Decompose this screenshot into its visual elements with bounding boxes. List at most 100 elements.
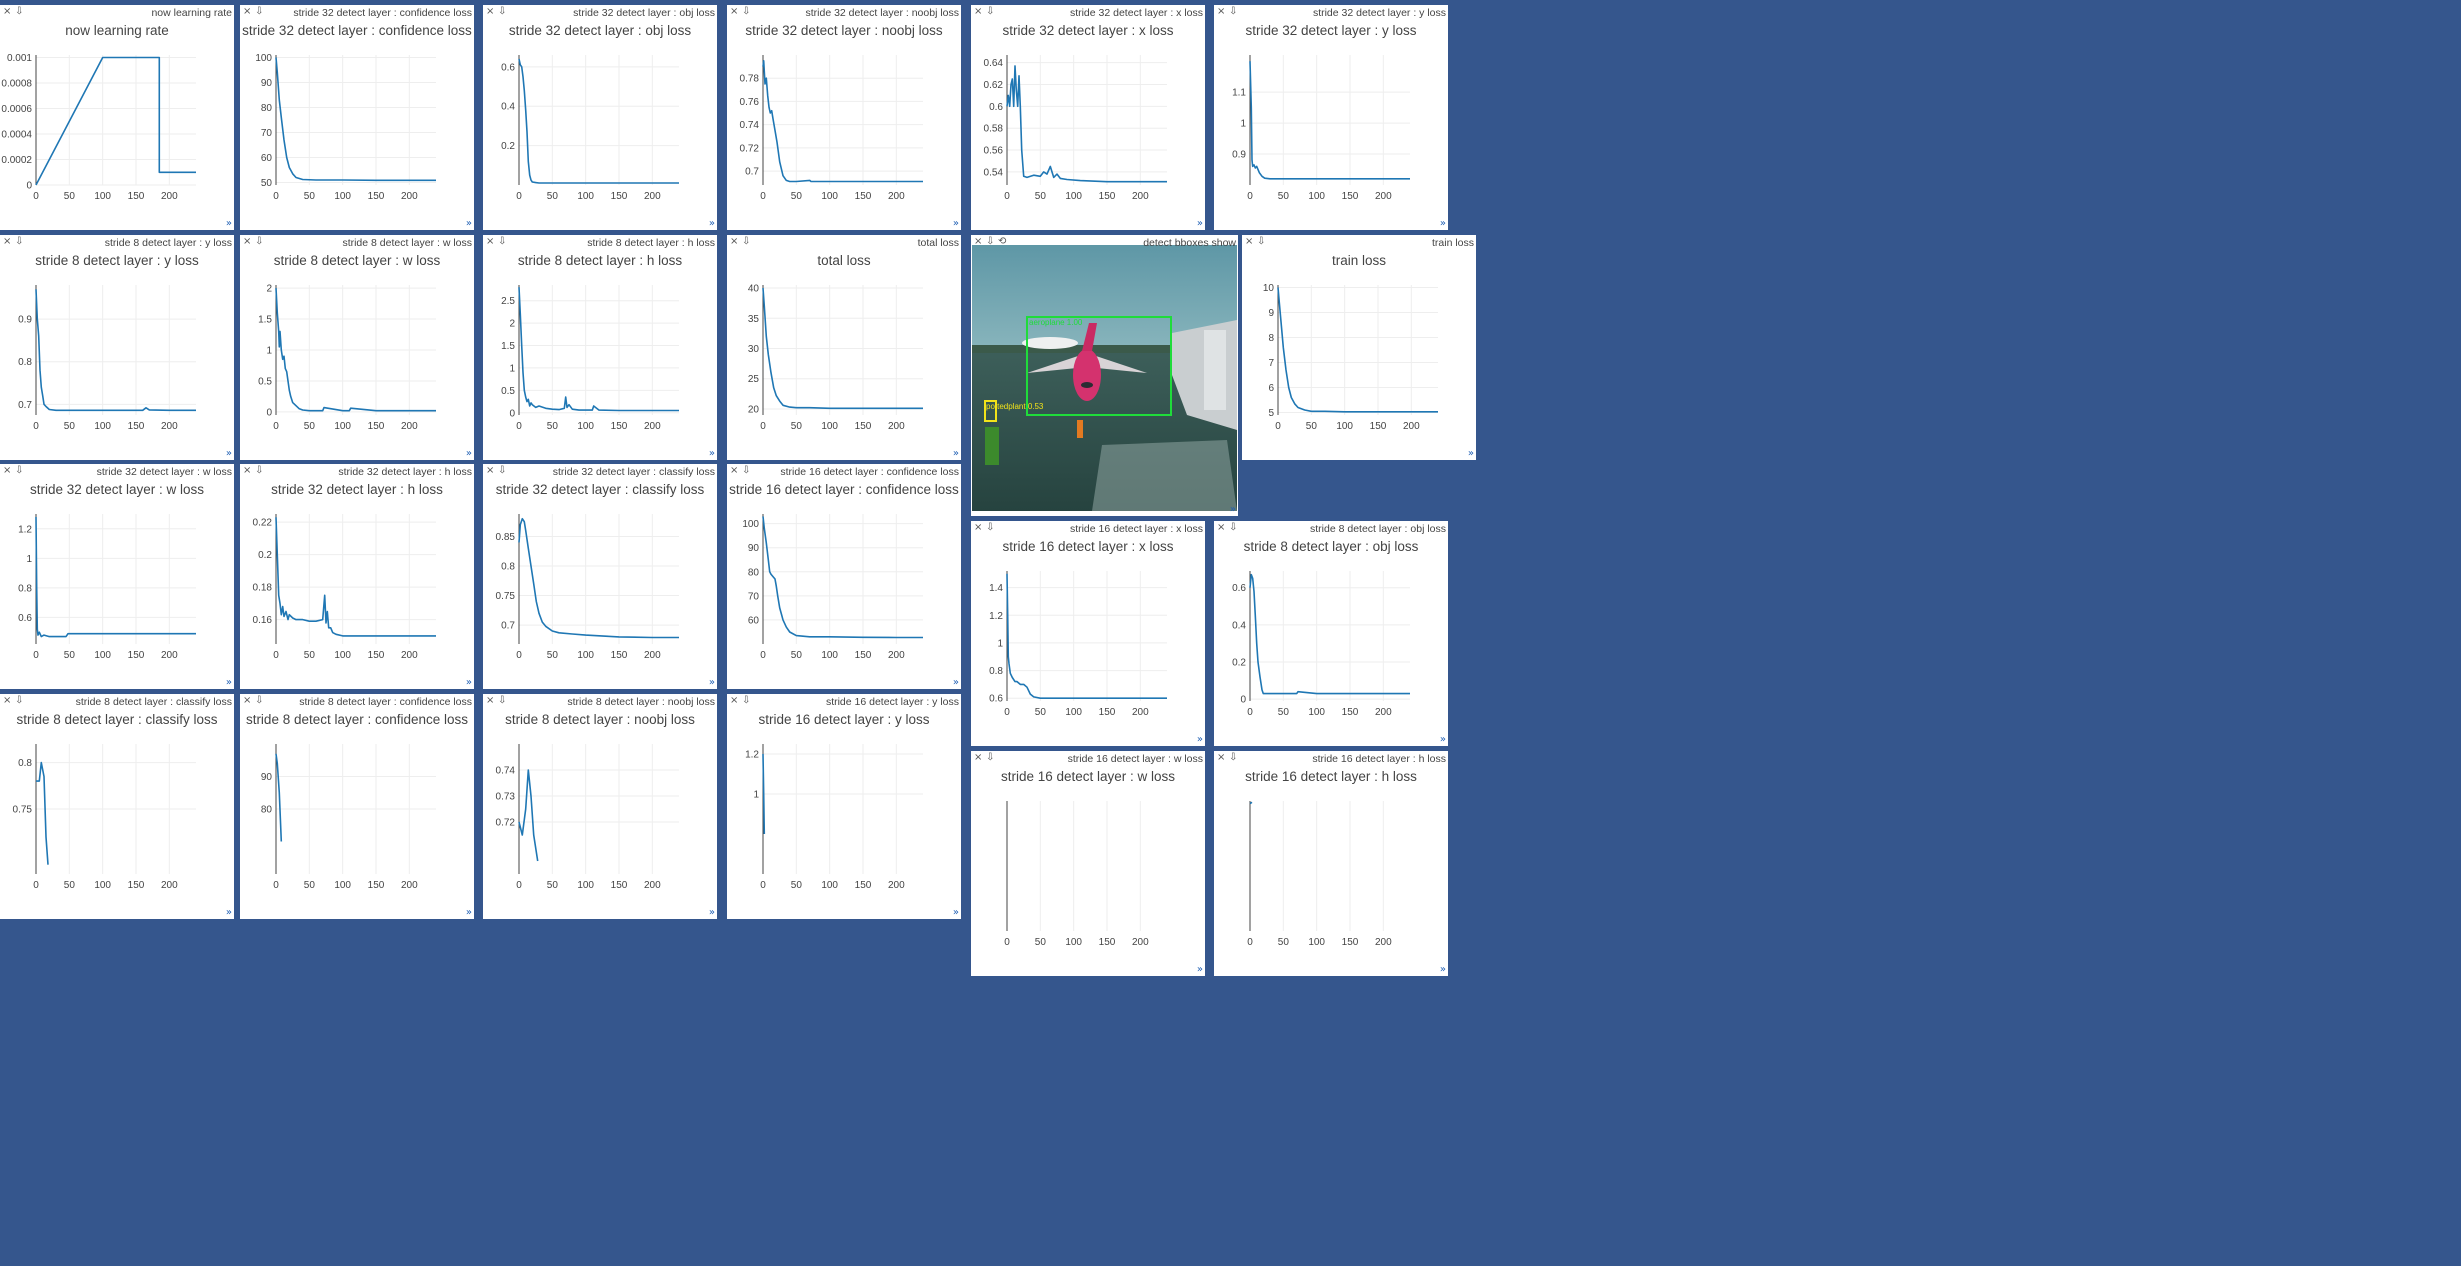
close-icon[interactable]: × (3, 465, 11, 477)
line-chart[interactable]: stride 16 detect layer : x loss 0 50 100 150… (971, 521, 1205, 746)
close-icon[interactable]: × (1217, 6, 1225, 18)
resize-handle-icon[interactable]: » (1197, 218, 1203, 229)
download-icon[interactable]: ⇩ (15, 465, 23, 477)
download-icon[interactable]: ⇩ (255, 695, 263, 707)
download-icon[interactable]: ⇩ (986, 752, 994, 764)
resize-handle-icon[interactable]: » (226, 907, 232, 918)
close-icon[interactable]: × (3, 695, 11, 707)
resize-handle-icon[interactable]: » (1440, 218, 1446, 229)
close-icon[interactable]: × (486, 465, 494, 477)
close-icon[interactable]: × (974, 6, 982, 18)
close-icon[interactable]: × (974, 236, 982, 248)
image-pane[interactable]: aeroplane 1.00 pottedplant 0.53 × ⇩ ⟲ detect … (971, 235, 1238, 516)
resize-handle-icon[interactable]: » (709, 907, 715, 918)
pane-titlebar[interactable]: × ⇩ stride 8 detect layer : h loss (483, 235, 717, 251)
pane-titlebar[interactable]: × ⇩ stride 32 detect layer : y loss (1214, 5, 1448, 21)
plot-pane[interactable]: stride 32 detect layer : classify loss 0 5… (483, 464, 717, 689)
line-chart[interactable]: total loss 0 50 100 150 200 20 25 30 35 40 (727, 235, 961, 460)
pane-titlebar[interactable]: × ⇩ stride 32 detect layer : w loss (0, 464, 234, 480)
close-icon[interactable]: × (243, 6, 251, 18)
plot-pane[interactable]: stride 32 detect layer : obj loss 0 50 100 1… (483, 5, 717, 230)
plot-pane[interactable]: stride 16 detect layer : x loss 0 50 100 150… (971, 521, 1205, 746)
download-icon[interactable]: ⇩ (1229, 752, 1237, 764)
resize-handle-icon[interactable]: » (1440, 964, 1446, 975)
close-icon[interactable]: × (730, 465, 738, 477)
reset-icon[interactable]: ⟲ (998, 236, 1006, 248)
close-icon[interactable]: × (243, 236, 251, 248)
line-chart[interactable]: stride 16 detect layer : h loss 0 50 100 150… (1214, 751, 1448, 976)
resize-handle-icon[interactable]: » (226, 218, 232, 229)
download-icon[interactable]: ⇩ (498, 465, 506, 477)
resize-handle-icon[interactable]: » (466, 907, 472, 918)
download-icon[interactable]: ⇩ (742, 236, 750, 248)
plot-pane[interactable]: stride 8 detect layer : h loss 0 50 100 150 2… (483, 235, 717, 460)
resize-handle-icon[interactable]: » (1197, 964, 1203, 975)
line-chart[interactable]: stride 8 detect layer : h loss 0 50 100 150 2… (483, 235, 717, 460)
download-icon[interactable]: ⇩ (1229, 522, 1237, 534)
line-chart[interactable]: stride 32 detect layer : x loss 0 50 100 150… (971, 5, 1205, 230)
pane-titlebar[interactable]: × ⇩ stride 16 detect layer : confidence lo… (727, 464, 961, 480)
line-chart[interactable]: stride 32 detect layer : h loss 0 50 100 150… (240, 464, 474, 689)
plot-pane[interactable]: stride 32 detect layer : w loss 0 50 100 150… (0, 464, 234, 689)
plot-pane[interactable]: stride 8 detect layer : y loss 0 50 100 150 2… (0, 235, 234, 460)
line-chart[interactable]: stride 16 detect layer : w loss 0 50 100 150… (971, 751, 1205, 976)
download-icon[interactable]: ⇩ (742, 465, 750, 477)
close-icon[interactable]: × (1217, 752, 1225, 764)
line-chart[interactable]: stride 32 detect layer : confidence loss… (240, 5, 474, 230)
download-icon[interactable]: ⇩ (1229, 6, 1237, 18)
download-icon[interactable]: ⇩ (742, 6, 750, 18)
line-chart[interactable]: stride 8 detect layer : obj loss 0 50 100 15… (1214, 521, 1448, 746)
plot-pane[interactable]: stride 16 detect layer : w loss 0 50 100 150… (971, 751, 1205, 976)
line-chart[interactable]: stride 8 detect layer : classify loss 0 50… (0, 694, 234, 919)
download-icon[interactable]: ⇩ (15, 236, 23, 248)
line-chart[interactable]: stride 8 detect layer : confidence loss 0… (240, 694, 474, 919)
resize-handle-icon[interactable]: » (466, 218, 472, 229)
download-icon[interactable]: ⇩ (255, 6, 263, 18)
line-chart[interactable]: train loss 0 50 100 150 200 5 6 7 8 9 10 (1242, 235, 1476, 460)
pane-titlebar[interactable]: × ⇩ stride 8 detect layer : confidence los… (240, 694, 474, 710)
download-icon[interactable]: ⇩ (498, 236, 506, 248)
plot-pane[interactable]: stride 32 detect layer : confidence loss… (240, 5, 474, 230)
plot-pane[interactable]: stride 8 detect layer : noobj loss 0 50 100… (483, 694, 717, 919)
plot-pane[interactable]: stride 8 detect layer : confidence loss 0… (240, 694, 474, 919)
plot-pane[interactable]: stride 8 detect layer : obj loss 0 50 100 15… (1214, 521, 1448, 746)
resize-handle-icon[interactable]: » (466, 448, 472, 459)
resize-handle-icon[interactable]: » (226, 677, 232, 688)
resize-handle-icon[interactable]: » (1468, 448, 1474, 459)
resize-handle-icon[interactable]: » (953, 448, 959, 459)
pane-titlebar[interactable]: × ⇩ stride 8 detect layer : obj loss (1214, 521, 1448, 537)
pane-titlebar[interactable]: × ⇩ ⟲ detect bboxes show (971, 235, 1238, 251)
close-icon[interactable]: × (730, 6, 738, 18)
plot-pane[interactable]: stride 32 detect layer : noobj loss 0 50 10… (727, 5, 961, 230)
plot-pane[interactable]: now learning rate 0 50 100 150 200 0 0.0002 0.00… (0, 5, 234, 230)
resize-handle-icon[interactable]: » (953, 218, 959, 229)
resize-handle-icon[interactable]: » (953, 677, 959, 688)
download-icon[interactable]: ⇩ (15, 695, 23, 707)
line-chart[interactable]: stride 8 detect layer : w loss 0 50 100 150 2… (240, 235, 474, 460)
pane-titlebar[interactable]: × ⇩ now learning rate (0, 5, 234, 21)
plot-pane[interactable]: total loss 0 50 100 150 200 20 25 30 35 40 × ⇩ total … (727, 235, 961, 460)
resize-handle-icon[interactable]: » (466, 677, 472, 688)
close-icon[interactable]: × (3, 6, 11, 18)
line-chart[interactable]: stride 16 detect layer : y loss 0 50 100 150… (727, 694, 961, 919)
download-icon[interactable]: ⇩ (986, 522, 994, 534)
plot-pane[interactable]: train loss 0 50 100 150 200 5 6 7 8 9 10 × ⇩ train los… (1242, 235, 1476, 460)
pane-titlebar[interactable]: × ⇩ train loss (1242, 235, 1476, 251)
close-icon[interactable]: × (486, 695, 494, 707)
download-icon[interactable]: ⇩ (498, 695, 506, 707)
line-chart[interactable]: stride 8 detect layer : noobj loss 0 50 100… (483, 694, 717, 919)
download-icon[interactable]: ⇩ (255, 236, 263, 248)
pane-titlebar[interactable]: × ⇩ stride 16 detect layer : y loss (727, 694, 961, 710)
close-icon[interactable]: × (730, 695, 738, 707)
close-icon[interactable]: × (243, 465, 251, 477)
line-chart[interactable]: stride 8 detect layer : y loss 0 50 100 150 2… (0, 235, 234, 460)
line-chart[interactable]: stride 32 detect layer : noobj loss 0 50 10… (727, 5, 961, 230)
line-chart[interactable]: stride 32 detect layer : y loss 0 50 100 150… (1214, 5, 1448, 230)
download-icon[interactable]: ⇩ (15, 6, 23, 18)
close-icon[interactable]: × (730, 236, 738, 248)
download-icon[interactable]: ⇩ (255, 465, 263, 477)
download-icon[interactable]: ⇩ (986, 6, 994, 18)
pane-titlebar[interactable]: × ⇩ stride 32 detect layer : x loss (971, 5, 1205, 21)
resize-handle-icon[interactable]: » (709, 448, 715, 459)
close-icon[interactable]: × (974, 752, 982, 764)
